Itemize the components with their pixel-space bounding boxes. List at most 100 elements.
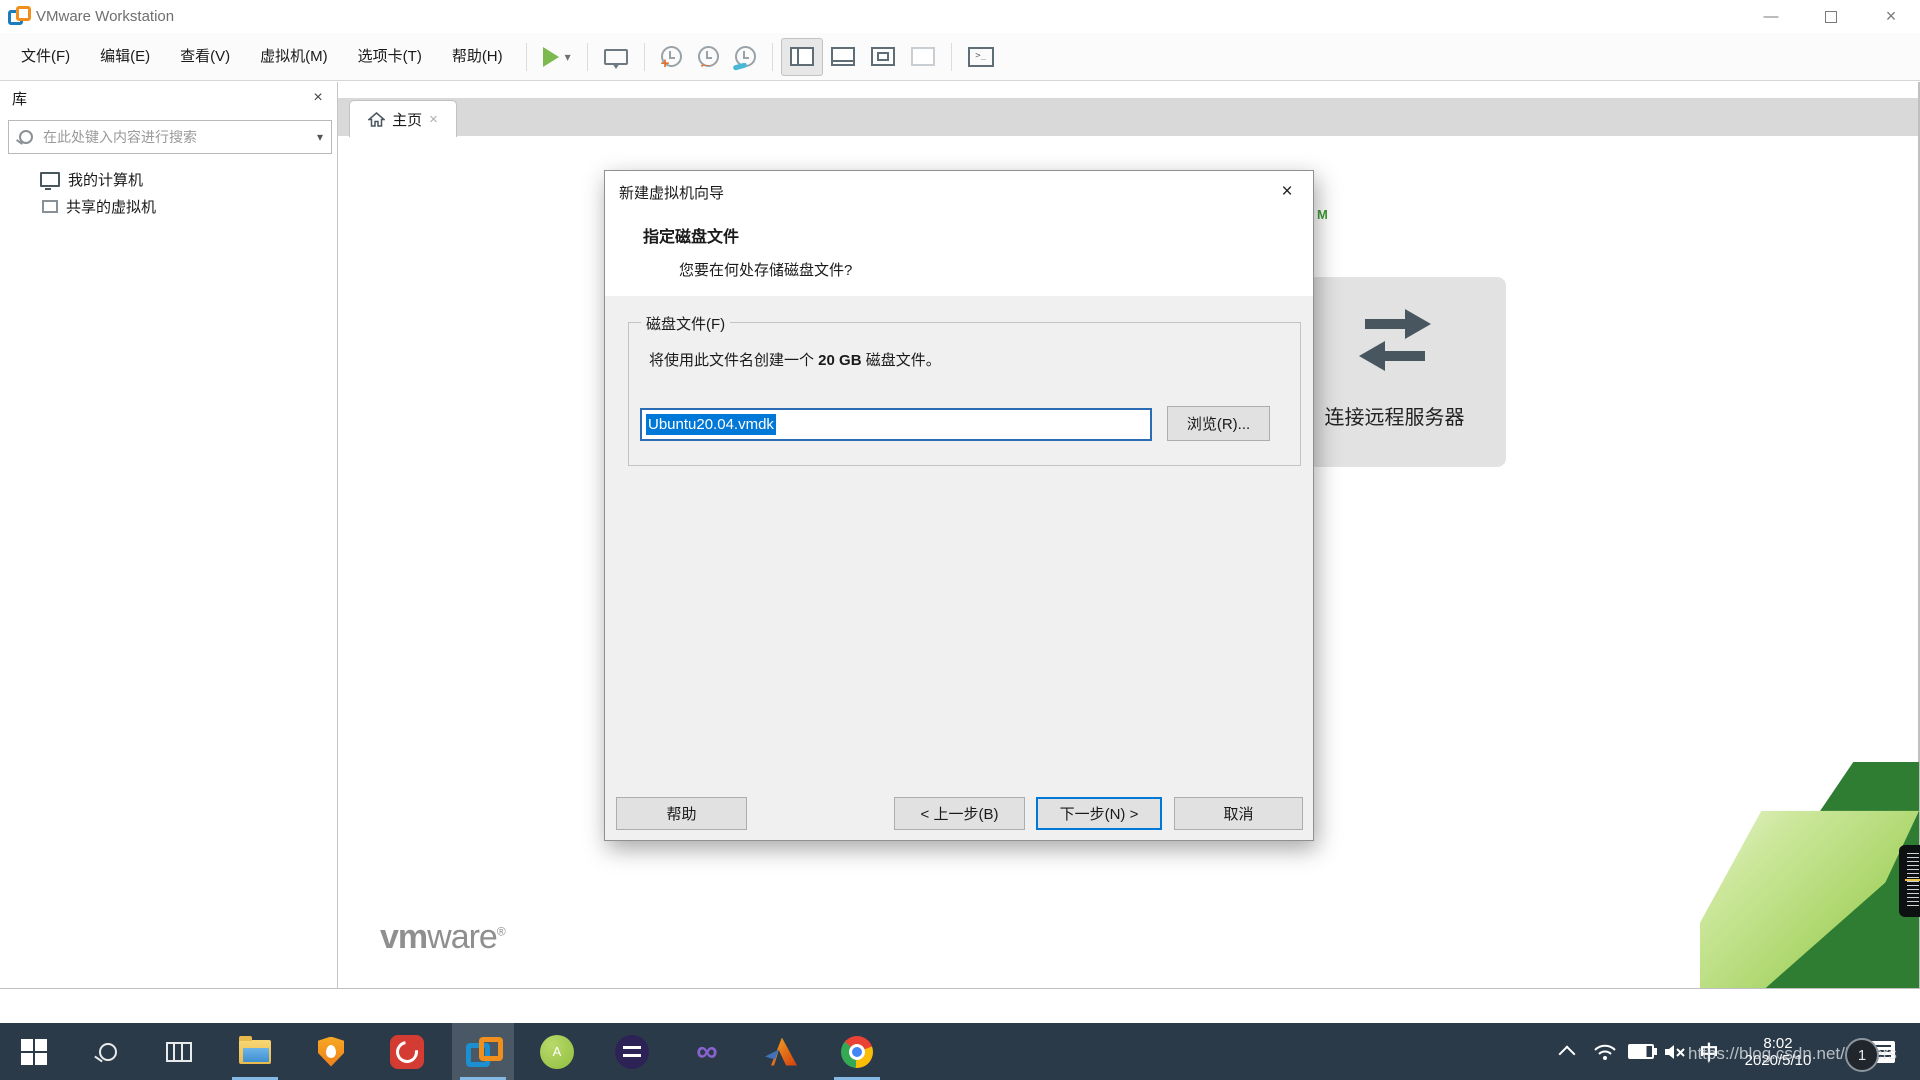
windows-taskbar: A ∞ 中 8:02 2020/5/10 [0,1023,1920,1080]
snapshot-revert-icon: ← [698,46,719,67]
show-library-button[interactable] [781,38,823,76]
matlab-icon [765,1038,797,1066]
snapshot-manager-button[interactable] [727,39,764,75]
vmware-taskbar-button[interactable] [452,1023,514,1080]
toolbar-separator [951,43,952,71]
vmware-icon [466,1037,500,1067]
console-view-button[interactable]: >_ [960,39,1002,75]
connect-remote-server-tile[interactable]: 连接远程服务器 [1283,277,1506,467]
library-panel-icon [790,47,814,66]
back-button[interactable]: < 上一步(B) [894,797,1025,830]
window-title: VMware Workstation [36,0,174,33]
send-ctrl-alt-del-button[interactable] [596,39,636,75]
title-bar: VMware Workstation — × [0,0,1920,33]
sidebar-divider [337,82,338,988]
snapshot-take-icon: + [661,46,682,67]
tab-close-icon[interactable]: × [429,111,438,128]
dialog-close-button[interactable]: × [1261,171,1313,213]
toolbar-separator [644,43,645,71]
eclipse-icon [615,1035,649,1069]
battery-icon [1628,1044,1654,1059]
battery-tray-button[interactable] [1624,1023,1658,1080]
disk-filename-input[interactable]: Ubuntu20.04.vmdk [640,408,1152,441]
tab-home[interactable]: 主页 × [349,100,457,137]
sidebar-item-shared-vms[interactable]: 共享的虚拟机 [0,193,337,220]
dialog-title-bar[interactable]: 新建虚拟机向导 [605,171,1313,213]
disk-size-description: 将使用此文件名创建一个 20 GB 磁盘文件。 [649,349,941,370]
menu-help[interactable]: 帮助(H) [437,33,518,81]
restore-icon [1825,11,1837,23]
search-input[interactable] [41,128,317,146]
netease-music-button[interactable] [376,1023,438,1080]
dialog-title: 新建虚拟机向导 [619,182,724,203]
fullscreen-icon [871,47,895,66]
caret-down-icon[interactable]: ▾ [565,50,571,64]
search-dropdown-icon[interactable]: ▾ [317,130,323,144]
restore-button[interactable] [1802,0,1860,33]
selected-filename-text: Ubuntu20.04.vmdk [646,414,776,435]
dialog-subheading: 您要在何处存储磁盘文件? [679,259,852,280]
eclipse-button[interactable] [601,1023,663,1080]
take-snapshot-button[interactable]: + [653,39,690,75]
chevron-up-icon [1559,1045,1576,1062]
vmware-workstation-window: VMware Workstation — × 文件(F) 编辑(E) 查看(V)… [0,0,1920,1080]
task-view-button[interactable] [148,1023,210,1080]
close-button[interactable]: × [1862,0,1920,33]
power-on-button[interactable]: ▾ [535,39,579,75]
file-explorer-icon [239,1040,271,1064]
windows-start-icon [21,1039,47,1065]
volume-tray-button[interactable] [1658,1023,1692,1080]
vmware-brand-logo: vmware® [380,918,505,957]
show-hidden-icons-button[interactable] [1552,1023,1582,1080]
visual-studio-icon: ∞ [696,1037,717,1067]
show-thumbnail-bar-button[interactable] [823,39,863,75]
send-icon [604,49,628,65]
workstation-text-fragment: M [1317,207,1328,222]
sidebar-item-my-computer[interactable]: 我的计算机 [0,166,337,193]
play-icon [543,47,559,67]
security-app-button[interactable] [300,1023,362,1080]
tab-bar [338,98,1918,136]
file-explorer-button[interactable] [224,1023,286,1080]
unity-icon [911,47,935,66]
next-button[interactable]: 下一步(N) > [1036,797,1162,830]
netease-music-icon [390,1035,424,1069]
android-studio-icon: A [540,1035,574,1069]
taskbar-search-button[interactable] [77,1023,139,1080]
visual-studio-button[interactable]: ∞ [676,1023,738,1080]
connect-arrows-icon [1347,303,1443,387]
menu-tabs[interactable]: 选项卡(T) [343,33,437,81]
revert-snapshot-button[interactable]: ← [690,39,727,75]
browse-button[interactable]: 浏览(R)... [1167,406,1270,441]
search-icon [19,130,33,144]
start-button[interactable] [3,1023,65,1080]
console-icon: >_ [968,47,994,67]
wrench-icon [732,62,747,70]
wifi-icon [1593,1043,1617,1061]
tree-label: 我的计算机 [68,169,143,190]
menu-edit[interactable]: 编辑(E) [85,33,165,81]
chrome-button[interactable] [826,1023,888,1080]
cancel-button[interactable]: 取消 [1174,797,1303,830]
thumbnail-bar-icon [831,47,855,66]
matlab-button[interactable] [750,1023,812,1080]
help-button[interactable]: 帮助 [616,797,747,830]
home-icon [368,112,385,127]
network-tray-button[interactable] [1588,1023,1622,1080]
library-panel-title: 库 [12,88,27,109]
shared-vms-icon [42,200,58,213]
minimize-button[interactable]: — [1742,0,1800,33]
library-search-box[interactable]: ▾ [8,120,332,154]
android-studio-button[interactable]: A [526,1023,588,1080]
library-close-button[interactable]: × [306,86,330,110]
tile-label: 连接远程服务器 [1325,401,1465,430]
menu-file[interactable]: 文件(F) [6,33,85,81]
vmware-logo-icon [8,6,30,26]
menu-view[interactable]: 查看(V) [165,33,245,81]
fullscreen-button[interactable] [863,39,903,75]
disk-size-value: 20 GB [818,352,861,369]
menu-vm[interactable]: 虚拟机(M) [245,33,343,81]
unity-mode-button[interactable] [903,39,943,75]
content-bottom-border [0,988,1920,989]
new-vm-wizard-dialog: 新建虚拟机向导 × 指定磁盘文件 您要在何处存储磁盘文件? 磁盘文件(F) 将使… [604,170,1314,841]
